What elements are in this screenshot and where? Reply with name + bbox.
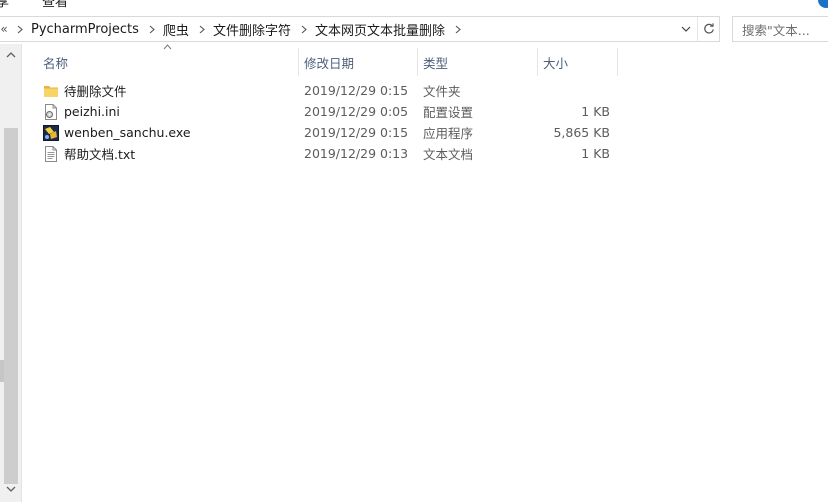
file-row[interactable]: 待删除文件 2019/12/29 0:15 文件夹 <box>23 80 623 101</box>
column-header-date[interactable]: 修改日期 <box>299 48 418 76</box>
scroll-up-icon[interactable] <box>6 52 16 58</box>
file-size: 1 KB <box>581 146 610 161</box>
nav-pane-scrollbar[interactable] <box>0 44 22 502</box>
ribbon-tab-view[interactable]: 查看 <box>42 0 68 10</box>
file-size: 5,865 KB <box>553 125 610 140</box>
breadcrumb-item-file-delete-chars[interactable]: 文件删除字符 <box>211 20 295 39</box>
chevron-right-icon[interactable] <box>449 17 467 41</box>
pane-splitter[interactable] <box>0 360 4 382</box>
breadcrumb-item-current-folder[interactable]: 文本网页文本批量删除 <box>313 20 449 39</box>
chevron-right-icon[interactable] <box>295 17 313 41</box>
file-date: 2019/12/29 0:05 <box>304 104 409 119</box>
file-name: wenben_sanchu.exe <box>64 125 191 140</box>
help-icon[interactable] <box>818 0 828 8</box>
breadcrumb-item-pycharmprojects[interactable]: PycharmProjects <box>29 22 143 37</box>
column-header-name[interactable]: 名称 <box>23 48 299 76</box>
file-row[interactable]: 帮助文档.txt 2019/12/29 0:13 文本文档 1 KB <box>23 143 623 164</box>
ini-file-icon <box>43 103 59 120</box>
file-list: 待删除文件 2019/12/29 0:15 文件夹 peizhi.ini 201… <box>23 80 623 164</box>
breadcrumb: « PycharmProjects 爬虫 文件删除字符 文本网页文本批量删除 <box>0 17 467 41</box>
file-size: 1 KB <box>581 104 610 119</box>
address-history-dropdown[interactable] <box>677 17 695 41</box>
file-type: 文本文档 <box>423 147 474 162</box>
file-date: 2019/12/29 0:15 <box>304 125 409 140</box>
file-type: 配置设置 <box>423 105 474 120</box>
file-type: 文件夹 <box>423 84 461 99</box>
scrollbar-thumb[interactable] <box>4 128 18 484</box>
chevron-right-icon[interactable] <box>11 17 29 41</box>
chevron-right-icon[interactable] <box>143 17 161 41</box>
file-size <box>538 80 610 101</box>
file-row[interactable]: peizhi.ini 2019/12/29 0:05 配置设置 1 KB <box>23 101 623 122</box>
chevron-down-icon <box>681 26 691 32</box>
text-file-icon <box>43 145 59 162</box>
folder-icon <box>43 83 59 99</box>
address-row: « PycharmProjects 爬虫 文件删除字符 文本网页文本批量删除 搜… <box>0 15 828 43</box>
scroll-down-icon[interactable] <box>6 486 16 492</box>
column-header-type[interactable]: 类型 <box>418 48 538 76</box>
search-input[interactable]: 搜索"文本... <box>732 16 828 42</box>
column-header-row: 名称 修改日期 类型 大小 <box>23 44 623 76</box>
file-name: 帮助文档.txt <box>64 147 136 162</box>
file-date: 2019/12/29 0:15 <box>304 83 409 98</box>
file-name: peizhi.ini <box>64 104 120 119</box>
breadcrumb-item-crawler[interactable]: 爬虫 <box>161 20 193 39</box>
refresh-button[interactable] <box>697 17 719 41</box>
file-row[interactable]: wenben_sanchu.exe 2019/12/29 0:15 应用程序 5… <box>23 122 623 143</box>
ribbon-strip: 享 查看 <box>0 0 828 14</box>
file-type: 应用程序 <box>423 126 474 141</box>
address-bar[interactable]: « PycharmProjects 爬虫 文件删除字符 文本网页文本批量删除 <box>0 16 720 42</box>
ribbon-tab-share[interactable]: 享 <box>0 0 9 10</box>
chevron-right-icon[interactable] <box>193 17 211 41</box>
column-header-size[interactable]: 大小 <box>538 48 618 76</box>
breadcrumb-overflow-icon[interactable]: « <box>0 22 11 36</box>
file-date: 2019/12/29 0:13 <box>304 146 409 161</box>
refresh-icon <box>703 23 714 34</box>
exe-file-icon <box>43 124 59 141</box>
file-name: 待删除文件 <box>64 84 127 99</box>
